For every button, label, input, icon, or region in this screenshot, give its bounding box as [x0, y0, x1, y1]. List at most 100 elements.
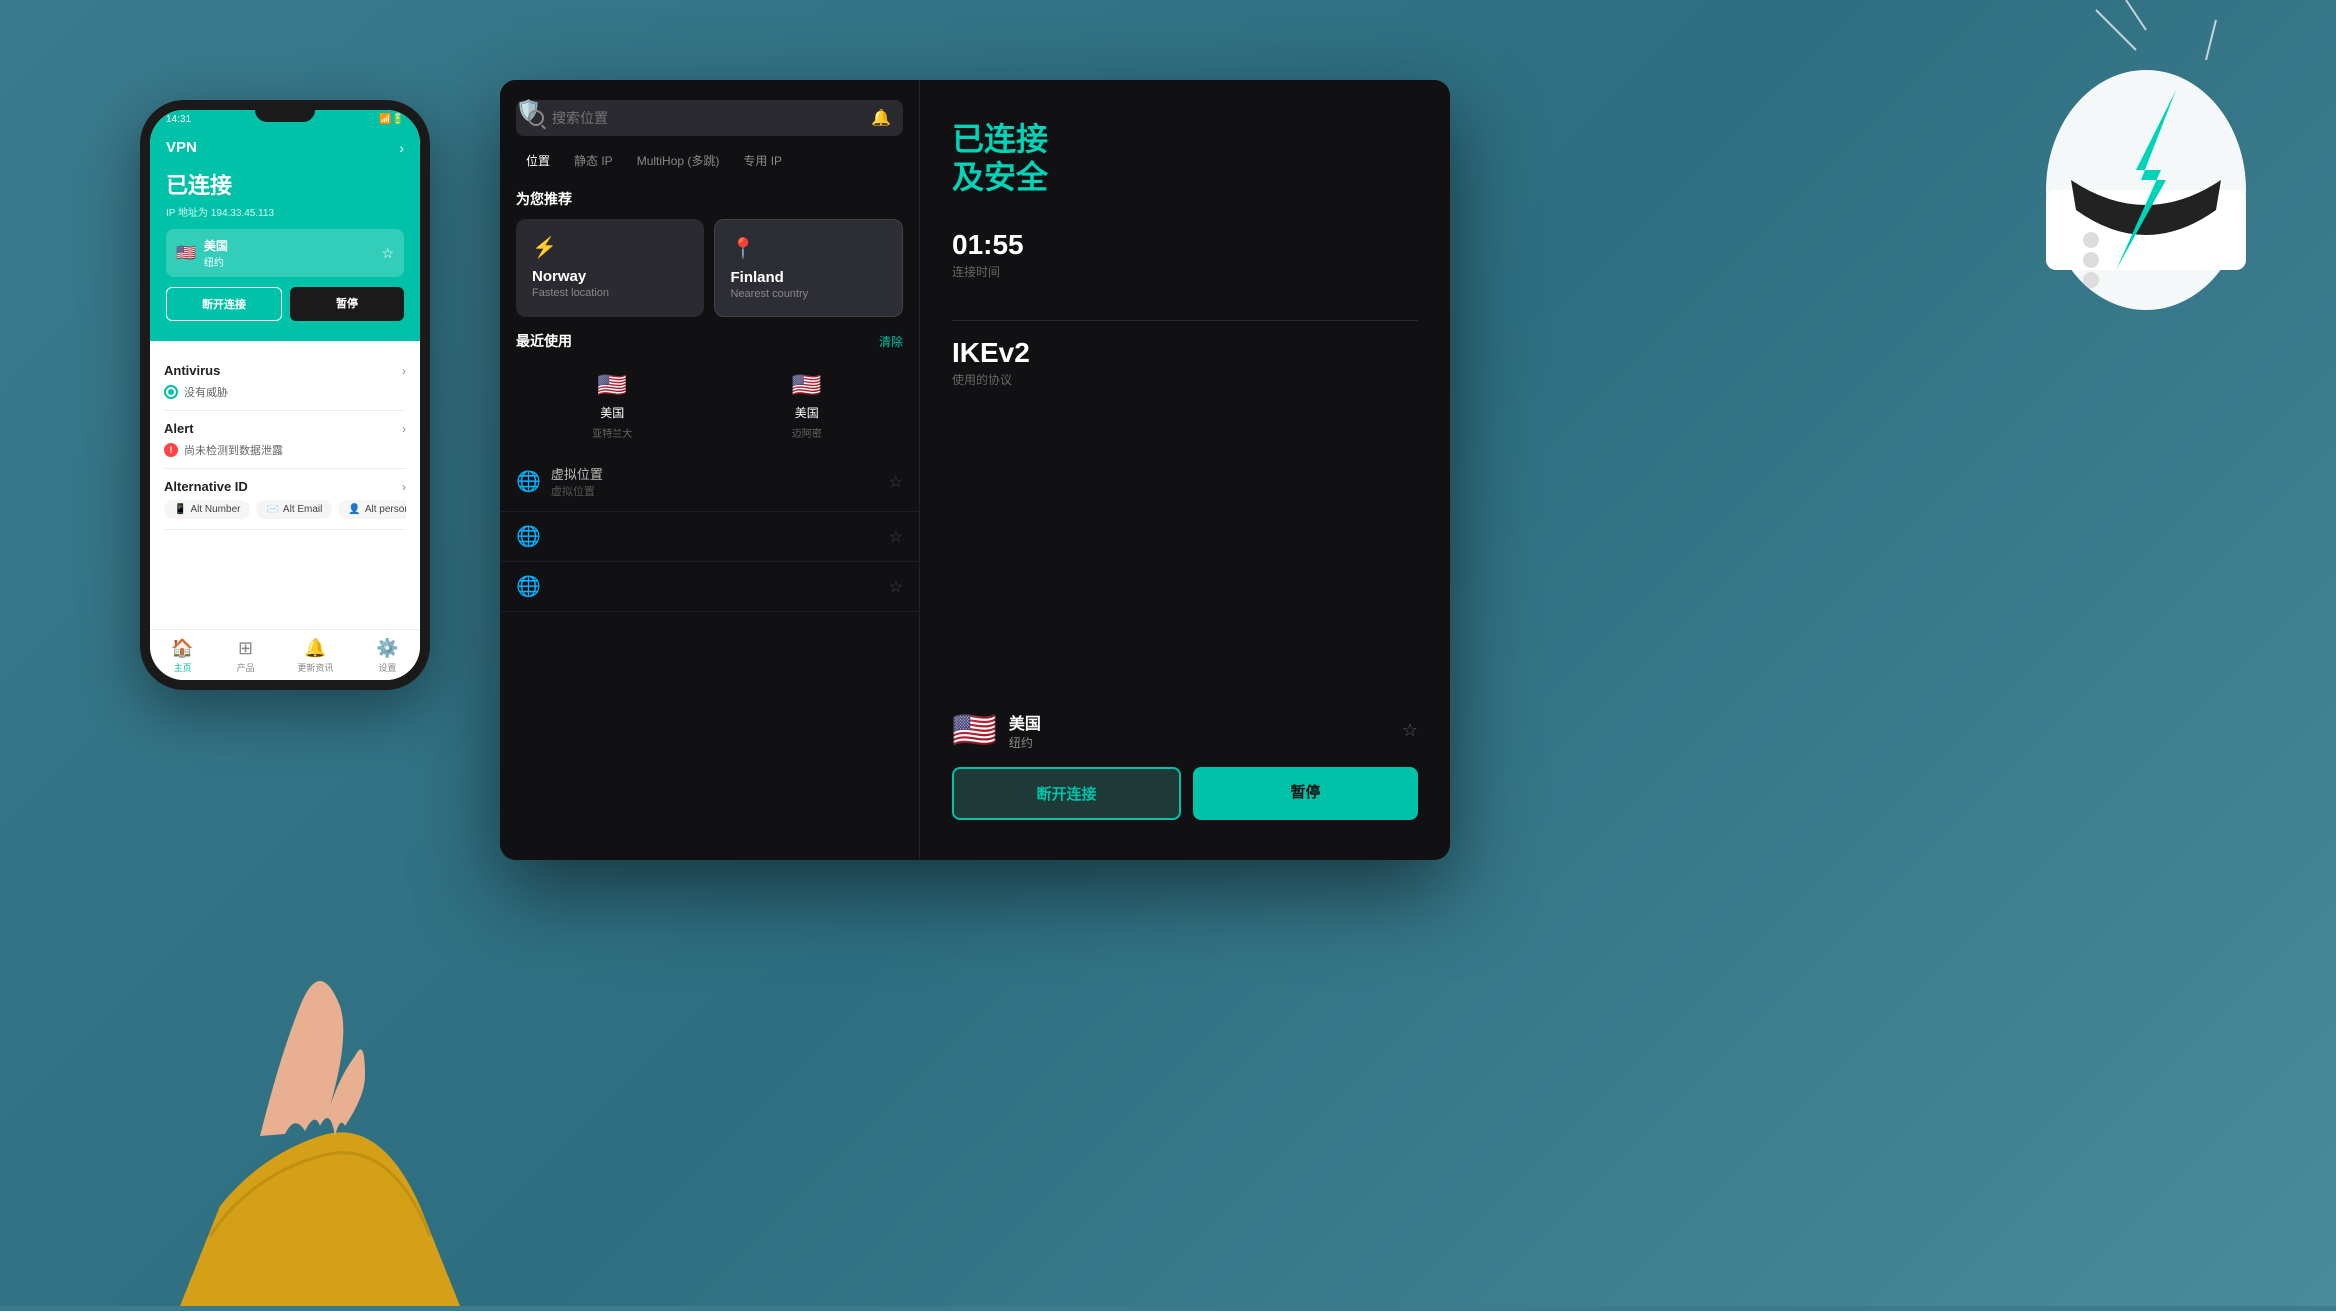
phone-content: Antivirus › 没有威胁 Alert ›: [150, 341, 420, 629]
phone-icon: 📱: [174, 504, 186, 515]
recently-used-grid: 🇺🇸 美国 亚特兰大 🇺🇸 美国 迈阿密: [500, 359, 919, 452]
alt-id-chevron-icon: ›: [402, 480, 406, 494]
recent-item-atlanta[interactable]: 🇺🇸 美国 亚特兰大: [516, 359, 709, 452]
alt-person-item[interactable]: 👤 Alt person: [338, 500, 406, 519]
phone-connected-text: 已连接: [166, 168, 404, 200]
phone-body: 14:31 📶🔋 VPN › 已连接 IP 地址为 194.33.45.113 …: [140, 100, 430, 690]
phone-time: 14:31: [166, 114, 191, 125]
recommended-title: 为您推荐: [516, 189, 903, 209]
antivirus-status-dot: [164, 385, 178, 399]
virt-row-3[interactable]: 🌐 ☆: [500, 562, 919, 612]
virt-info-1: 虚拟位置 虚拟位置: [551, 464, 603, 499]
alt-email-item[interactable]: ✉️ Alt Email: [256, 500, 332, 519]
clear-button[interactable]: 清除: [879, 333, 903, 350]
virt-flag-2: 🌐: [516, 524, 541, 549]
connection-time-value: 01:55: [952, 229, 1418, 261]
phone-disconnect-button[interactable]: 断开连接: [166, 287, 282, 321]
alert-title: Alert: [164, 421, 194, 436]
antivirus-status: 没有威胁: [164, 384, 406, 400]
virt-star-1[interactable]: ☆: [889, 472, 903, 492]
phone-loc-info: 美国 纽约: [204, 237, 228, 269]
nav-tabs: 位置 静态 IP MultiHop (多跳) 专用 IP: [516, 148, 903, 173]
tab-location[interactable]: 位置: [516, 148, 560, 173]
search-input[interactable]: [552, 110, 863, 126]
connected-star[interactable]: ☆: [1402, 720, 1418, 741]
search-bar[interactable]: 🔔: [516, 100, 903, 136]
us-country-atlanta: 美国: [600, 404, 624, 421]
alt-number-item[interactable]: 📱 Alt Number: [164, 500, 250, 519]
antivirus-title: Antivirus: [164, 363, 220, 378]
person-icon: 👤: [348, 504, 360, 515]
rec-card-finland[interactable]: 📍 Finland Nearest country: [714, 219, 904, 317]
protocol-stat: IKEv2 使用的协议: [952, 337, 1418, 388]
helmet-illustration: [1896, 0, 2276, 370]
us-city-miami: 迈阿密: [792, 425, 822, 440]
phone-pause-button[interactable]: 暂停: [290, 287, 404, 321]
phone-star-icon[interactable]: ☆: [381, 245, 394, 262]
location-scroll[interactable]: 🌐 虚拟位置 虚拟位置 ☆ 🌐 ☆ 🌐: [500, 452, 919, 612]
alert-status-text: 尚未检测到数据泄露: [184, 442, 283, 458]
protocol-label: 使用的协议: [952, 371, 1418, 388]
pin-icon: 📍: [731, 236, 887, 261]
phone-vpn-title: VPN: [166, 139, 197, 156]
virt-flag-1: 🌐: [516, 469, 541, 494]
phone-action-buttons: 断开连接 暂停: [166, 287, 404, 321]
phone-signal: 📶🔋: [379, 114, 404, 125]
virt-star-2[interactable]: ☆: [889, 527, 903, 547]
phone-ip-text: IP 地址为 194.33.45.113: [166, 204, 404, 219]
grid-icon: ⊞: [238, 638, 253, 659]
antivirus-header[interactable]: Antivirus ›: [164, 363, 406, 378]
divider-1: [952, 320, 1418, 321]
recent-item-miami[interactable]: 🇺🇸 美国 迈阿密: [711, 359, 904, 452]
alert-section: Alert › 尚未检测到数据泄露: [164, 411, 406, 469]
recently-used-header: 最近使用 清除: [500, 317, 919, 359]
connected-location: 🇺🇸 美国 纽约 ☆: [952, 689, 1418, 751]
virt-sub-1: 虚拟位置: [551, 483, 603, 499]
phone-header: VPN › 已连接 IP 地址为 194.33.45.113 🇺🇸 美国 纽约 …: [150, 125, 420, 341]
alert-chevron-icon: ›: [402, 422, 406, 436]
nav-news-label: 更新资讯: [297, 661, 333, 674]
virt-name-1: 虚拟位置: [551, 464, 603, 483]
connected-city: 纽约: [1009, 734, 1041, 751]
recently-used-title: 最近使用: [516, 331, 572, 351]
us-flag-miami: 🇺🇸: [792, 371, 822, 400]
nav-settings[interactable]: ⚙️ 设置: [376, 638, 398, 674]
virt-star-3[interactable]: ☆: [889, 577, 903, 597]
nav-home-label: 主页: [174, 661, 192, 674]
finland-label: Nearest country: [731, 288, 887, 300]
finland-country: Finland: [731, 269, 887, 286]
home-icon: 🏠: [171, 638, 193, 659]
tab-static-ip[interactable]: 静态 IP: [564, 148, 623, 173]
phone-mockup: 14:31 📶🔋 VPN › 已连接 IP 地址为 194.33.45.113 …: [140, 100, 460, 750]
tab-dedicated-ip[interactable]: 专用 IP: [733, 148, 792, 173]
phone-chevron-icon[interactable]: ›: [399, 140, 404, 156]
phone-nav-bar: 🏠 主页 ⊞ 产品 🔔 更新资讯 ⚙️ 设置: [150, 629, 420, 680]
virt-row-2[interactable]: 🌐 ☆: [500, 512, 919, 562]
us-city-atlanta: 亚特兰大: [592, 425, 632, 440]
bell-icon[interactable]: 🔔: [871, 108, 891, 128]
nav-products[interactable]: ⊞ 产品: [237, 638, 255, 674]
pause-button[interactable]: 暂停: [1193, 767, 1418, 820]
virt-row-1[interactable]: 🌐 虚拟位置 虚拟位置 ☆: [500, 452, 919, 512]
desktop-right-panel: 已连接及安全 01:55 连接时间 IKEv2 使用的协议 🇺🇸 美国 纽约 ☆…: [920, 80, 1450, 860]
disconnect-button[interactable]: 断开连接: [952, 767, 1181, 820]
protocol-value: IKEv2: [952, 337, 1418, 369]
bell-nav-icon: 🔔: [304, 638, 326, 659]
email-icon: ✉️: [266, 504, 278, 515]
alt-id-header[interactable]: Alternative ID ›: [164, 479, 406, 494]
search-icon: [528, 110, 544, 126]
desktop-left-panel: 🛡️ 🔔 位置 静态 IP MultiHop (多跳) 专用 IP 为您推荐 ⚡…: [500, 80, 920, 860]
nav-home[interactable]: 🏠 主页: [171, 638, 193, 674]
phone-notch: [255, 110, 315, 122]
alert-header[interactable]: Alert ›: [164, 421, 406, 436]
nav-news[interactable]: 🔔 更新资讯: [297, 638, 333, 674]
connected-loc-info: 美国 纽约: [1009, 710, 1041, 751]
tab-multihop[interactable]: MultiHop (多跳): [627, 148, 730, 173]
rec-card-norway[interactable]: ⚡ Norway Fastest location: [516, 219, 704, 317]
recommended-cards: ⚡ Norway Fastest location 📍 Finland Near…: [516, 219, 903, 317]
virt-flag-3: 🌐: [516, 574, 541, 599]
phone-location-row[interactable]: 🇺🇸 美国 纽约 ☆: [166, 229, 404, 277]
nav-settings-label: 设置: [378, 661, 396, 674]
antivirus-status-text: 没有威胁: [184, 384, 228, 400]
connected-title: 已连接及安全: [952, 120, 1418, 197]
